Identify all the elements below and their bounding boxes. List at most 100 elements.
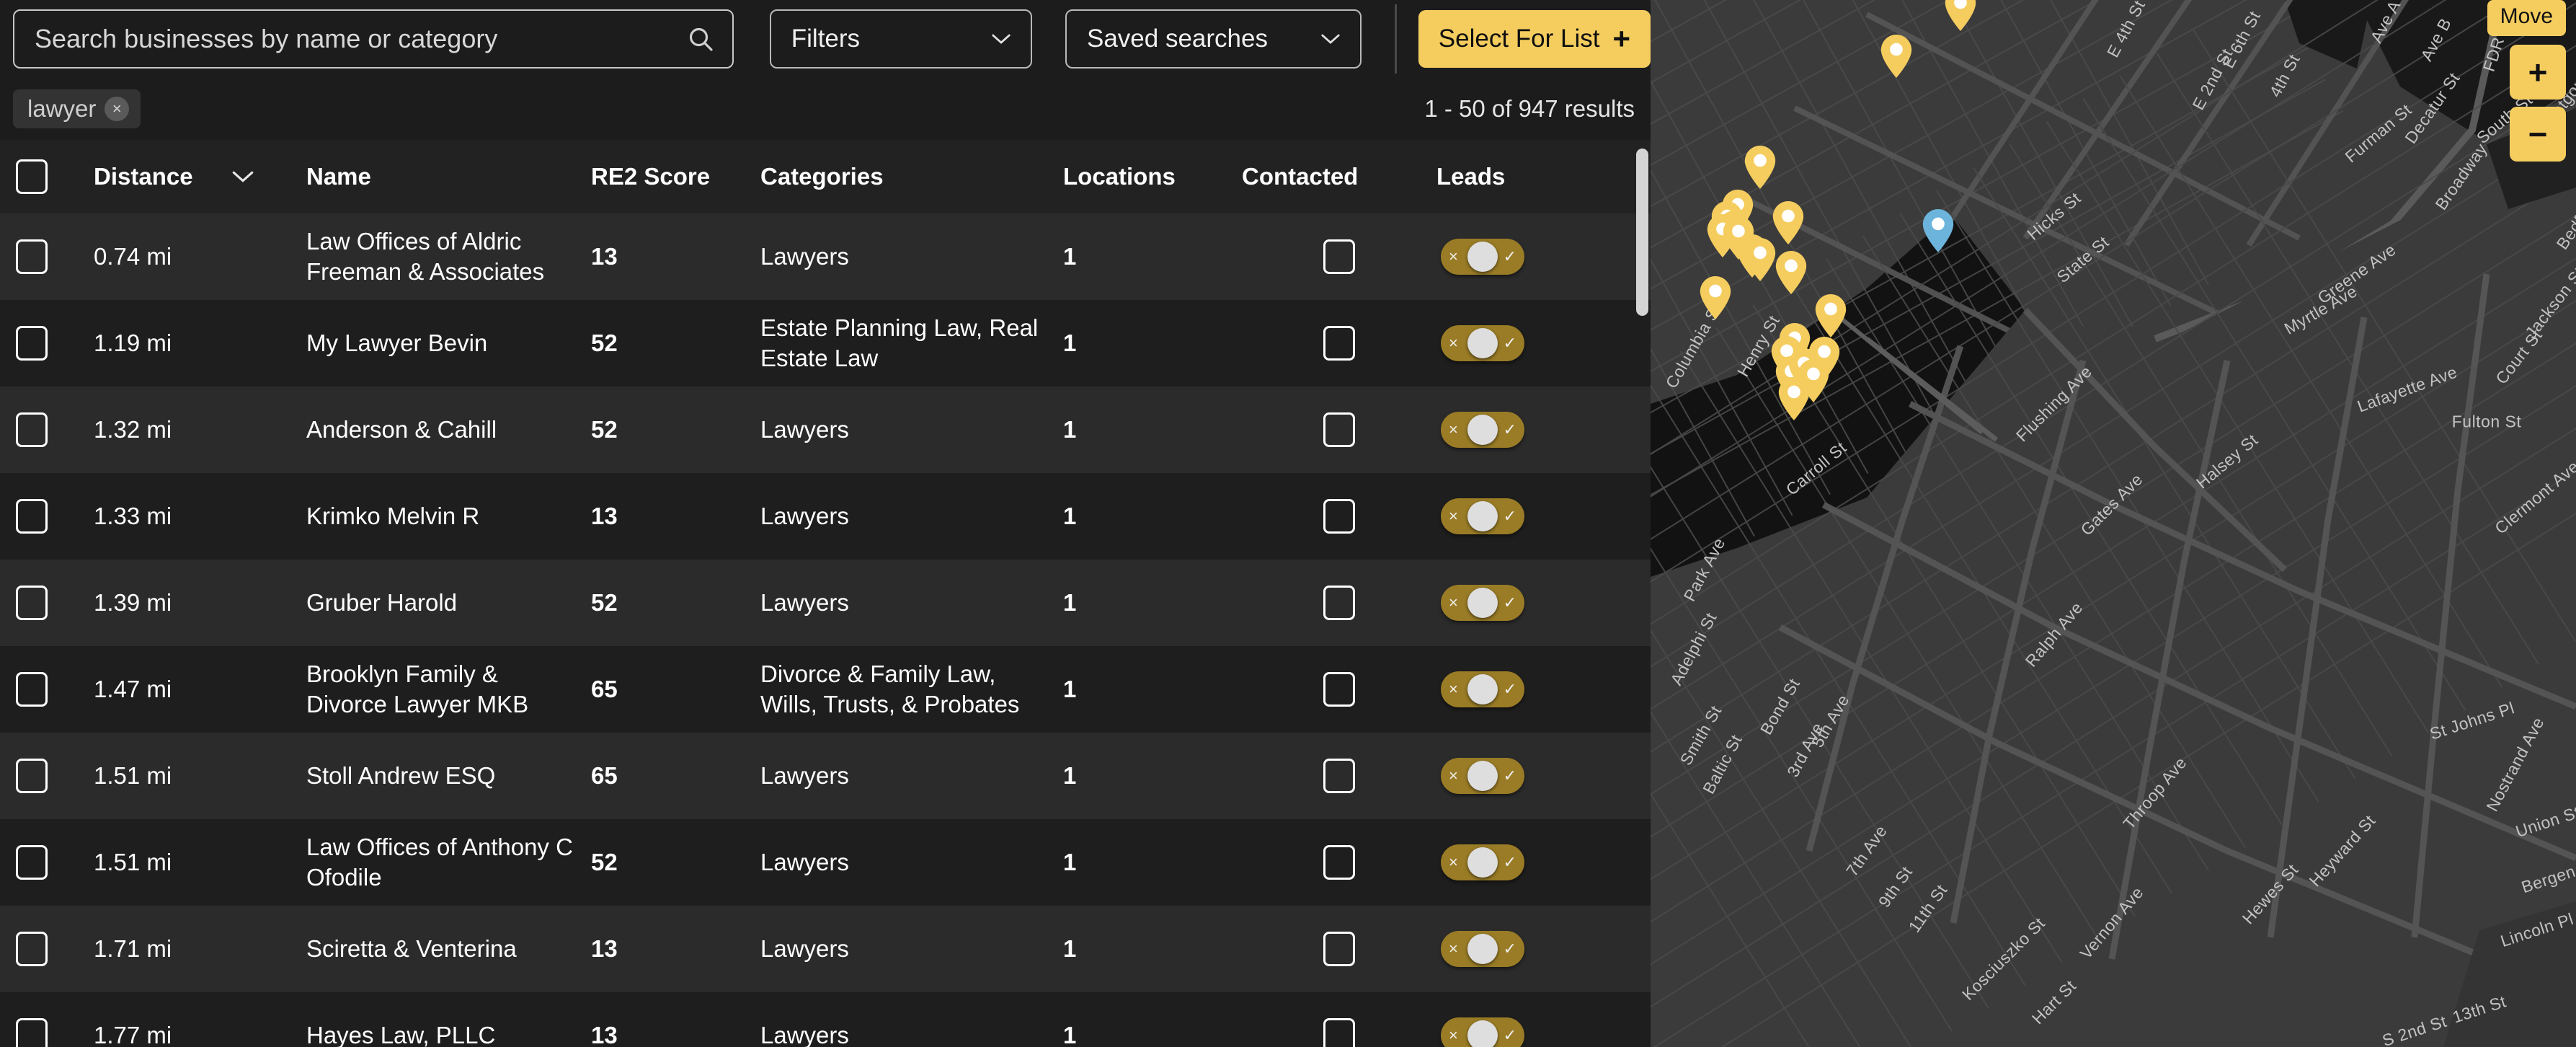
contacted-checkbox[interactable] [1323, 586, 1355, 620]
select-for-list-button[interactable]: Select For List + [1418, 10, 1651, 68]
table-row[interactable]: 1.71 mi Sciretta & Venterina 13 Lawyers 1 × ✓ [0, 906, 1651, 992]
toggle-accept-icon[interactable]: ✓ [1504, 335, 1516, 351]
sort-toggle-distance[interactable] [231, 140, 306, 213]
leads-toggle[interactable]: × ✓ [1441, 1017, 1524, 1047]
leads-toggle[interactable]: × ✓ [1441, 498, 1524, 534]
toggle-accept-icon[interactable]: ✓ [1504, 422, 1516, 438]
leads-toggle[interactable]: × ✓ [1441, 325, 1524, 361]
map-marker[interactable] [1744, 238, 1776, 281]
close-icon[interactable]: × [105, 97, 130, 121]
toggle-accept-icon[interactable]: ✓ [1504, 508, 1516, 524]
row-checkbox[interactable] [16, 932, 48, 966]
toggle-reject-icon[interactable]: × [1449, 854, 1458, 870]
contacted-checkbox[interactable] [1323, 845, 1355, 880]
leads-toggle[interactable]: × ✓ [1441, 239, 1524, 275]
row-checkbox[interactable] [16, 845, 48, 880]
leads-toggle[interactable]: × ✓ [1441, 671, 1524, 707]
toggle-reject-icon[interactable]: × [1449, 595, 1458, 611]
table-row[interactable]: 1.32 mi Anderson & Cahill 52 Lawyers 1 × ✓ [0, 386, 1651, 473]
toggle-reject-icon[interactable]: × [1449, 508, 1458, 524]
toggle-knob[interactable] [1467, 501, 1498, 531]
saved-searches-dropdown[interactable]: Saved searches [1065, 9, 1362, 69]
column-header-leads[interactable]: Leads [1436, 140, 1651, 213]
toggle-accept-icon[interactable]: ✓ [1504, 941, 1516, 957]
leads-toggle[interactable]: × ✓ [1441, 931, 1524, 967]
column-header-distance[interactable]: Distance [94, 140, 231, 213]
column-header-name[interactable]: Name [306, 140, 591, 213]
toggle-reject-icon[interactable]: × [1449, 1028, 1458, 1043]
move-button[interactable]: Move [2487, 0, 2566, 36]
filter-chip-lawyer[interactable]: lawyer × [13, 89, 141, 128]
leads-toggle[interactable]: × ✓ [1441, 412, 1524, 448]
column-header-locations[interactable]: Locations [1063, 140, 1242, 213]
contacted-checkbox[interactable] [1323, 1018, 1355, 1047]
toggle-accept-icon[interactable]: ✓ [1504, 681, 1516, 697]
map-marker-selected[interactable] [1922, 209, 1954, 252]
toggle-knob[interactable] [1467, 588, 1498, 618]
map-marker[interactable] [1700, 276, 1731, 319]
zoom-in-button[interactable]: + [2510, 45, 2566, 100]
toggle-accept-icon[interactable]: ✓ [1504, 854, 1516, 870]
table-row[interactable]: 1.39 mi Gruber Harold 52 Lawyers 1 × ✓ [0, 560, 1651, 646]
toggle-reject-icon[interactable]: × [1449, 422, 1458, 438]
column-header-categories[interactable]: Categories [760, 140, 1063, 213]
map-marker[interactable] [1880, 35, 1912, 78]
toggle-knob[interactable] [1467, 328, 1498, 358]
toggle-reject-icon[interactable]: × [1449, 249, 1458, 265]
table-row[interactable]: 1.77 mi Hayes Law, PLLC 13 Lawyers 1 × ✓ [0, 992, 1651, 1047]
row-checkbox[interactable] [16, 759, 48, 793]
toggle-reject-icon[interactable]: × [1449, 681, 1458, 697]
leads-toggle[interactable]: × ✓ [1441, 758, 1524, 794]
table-scrollbar-thumb[interactable] [1636, 149, 1648, 316]
toggle-accept-icon[interactable]: ✓ [1504, 1028, 1516, 1043]
map-marker[interactable] [1945, 0, 1976, 31]
zoom-out-button[interactable]: − [2510, 107, 2566, 162]
toggle-knob[interactable] [1467, 242, 1498, 272]
contacted-checkbox[interactable] [1323, 932, 1355, 966]
toggle-reject-icon[interactable]: × [1449, 768, 1458, 784]
toggle-accept-icon[interactable]: ✓ [1504, 595, 1516, 611]
table-scrollbar[interactable] [1636, 140, 1648, 1047]
column-header-re2-score[interactable]: RE2 Score [591, 140, 760, 213]
row-checkbox[interactable] [16, 239, 48, 274]
table-row[interactable]: 1.33 mi Krimko Melvin R 13 Lawyers 1 × ✓ [0, 473, 1651, 560]
map-marker[interactable] [1815, 294, 1847, 337]
contacted-checkbox[interactable] [1323, 239, 1355, 274]
row-checkbox[interactable] [16, 412, 48, 447]
toggle-knob[interactable] [1467, 415, 1498, 445]
toggle-knob[interactable] [1467, 674, 1498, 704]
toggle-reject-icon[interactable]: × [1449, 335, 1458, 351]
row-checkbox[interactable] [16, 672, 48, 707]
leads-toggle[interactable]: × ✓ [1441, 844, 1524, 880]
toggle-knob[interactable] [1467, 761, 1498, 791]
contacted-checkbox[interactable] [1323, 759, 1355, 793]
map-marker[interactable] [1772, 201, 1804, 244]
contacted-checkbox[interactable] [1323, 672, 1355, 707]
toggle-knob[interactable] [1467, 847, 1498, 878]
toggle-accept-icon[interactable]: ✓ [1504, 249, 1516, 265]
toggle-knob[interactable] [1467, 934, 1498, 964]
leads-toggle[interactable]: × ✓ [1441, 585, 1524, 621]
contacted-checkbox[interactable] [1323, 412, 1355, 447]
filters-dropdown[interactable]: Filters [769, 9, 1032, 69]
toggle-knob[interactable] [1467, 1020, 1498, 1047]
map-panel[interactable]: GREENWICH VILLAGESOHOLITTLE ITALYCHINATO… [1651, 0, 2576, 1047]
toggle-reject-icon[interactable]: × [1449, 941, 1458, 957]
table-row[interactable]: 1.19 mi My Lawyer Bevin 52 Estate Planning … [0, 300, 1651, 386]
contacted-checkbox[interactable] [1323, 326, 1355, 361]
search-input[interactable] [13, 9, 734, 69]
row-checkbox[interactable] [16, 499, 48, 534]
map-marker[interactable] [1778, 377, 1810, 420]
table-row[interactable]: 1.51 mi Stoll Andrew ESQ 65 Lawyers 1 × ✓ [0, 733, 1651, 819]
contacted-checkbox[interactable] [1323, 499, 1355, 534]
toggle-accept-icon[interactable]: ✓ [1504, 768, 1516, 784]
map-marker[interactable] [1744, 146, 1776, 189]
table-row[interactable]: 1.51 mi Law Offices of Anthony C Ofodile 5… [0, 819, 1651, 906]
column-header-contacted[interactable]: Contacted [1242, 140, 1436, 213]
row-checkbox[interactable] [16, 586, 48, 620]
table-row[interactable]: 0.74 mi Law Offices of Aldric Freeman & A… [0, 213, 1651, 300]
row-checkbox[interactable] [16, 326, 48, 361]
select-all-checkbox[interactable] [16, 159, 48, 194]
map-marker[interactable] [1775, 251, 1807, 294]
row-checkbox[interactable] [16, 1018, 48, 1047]
